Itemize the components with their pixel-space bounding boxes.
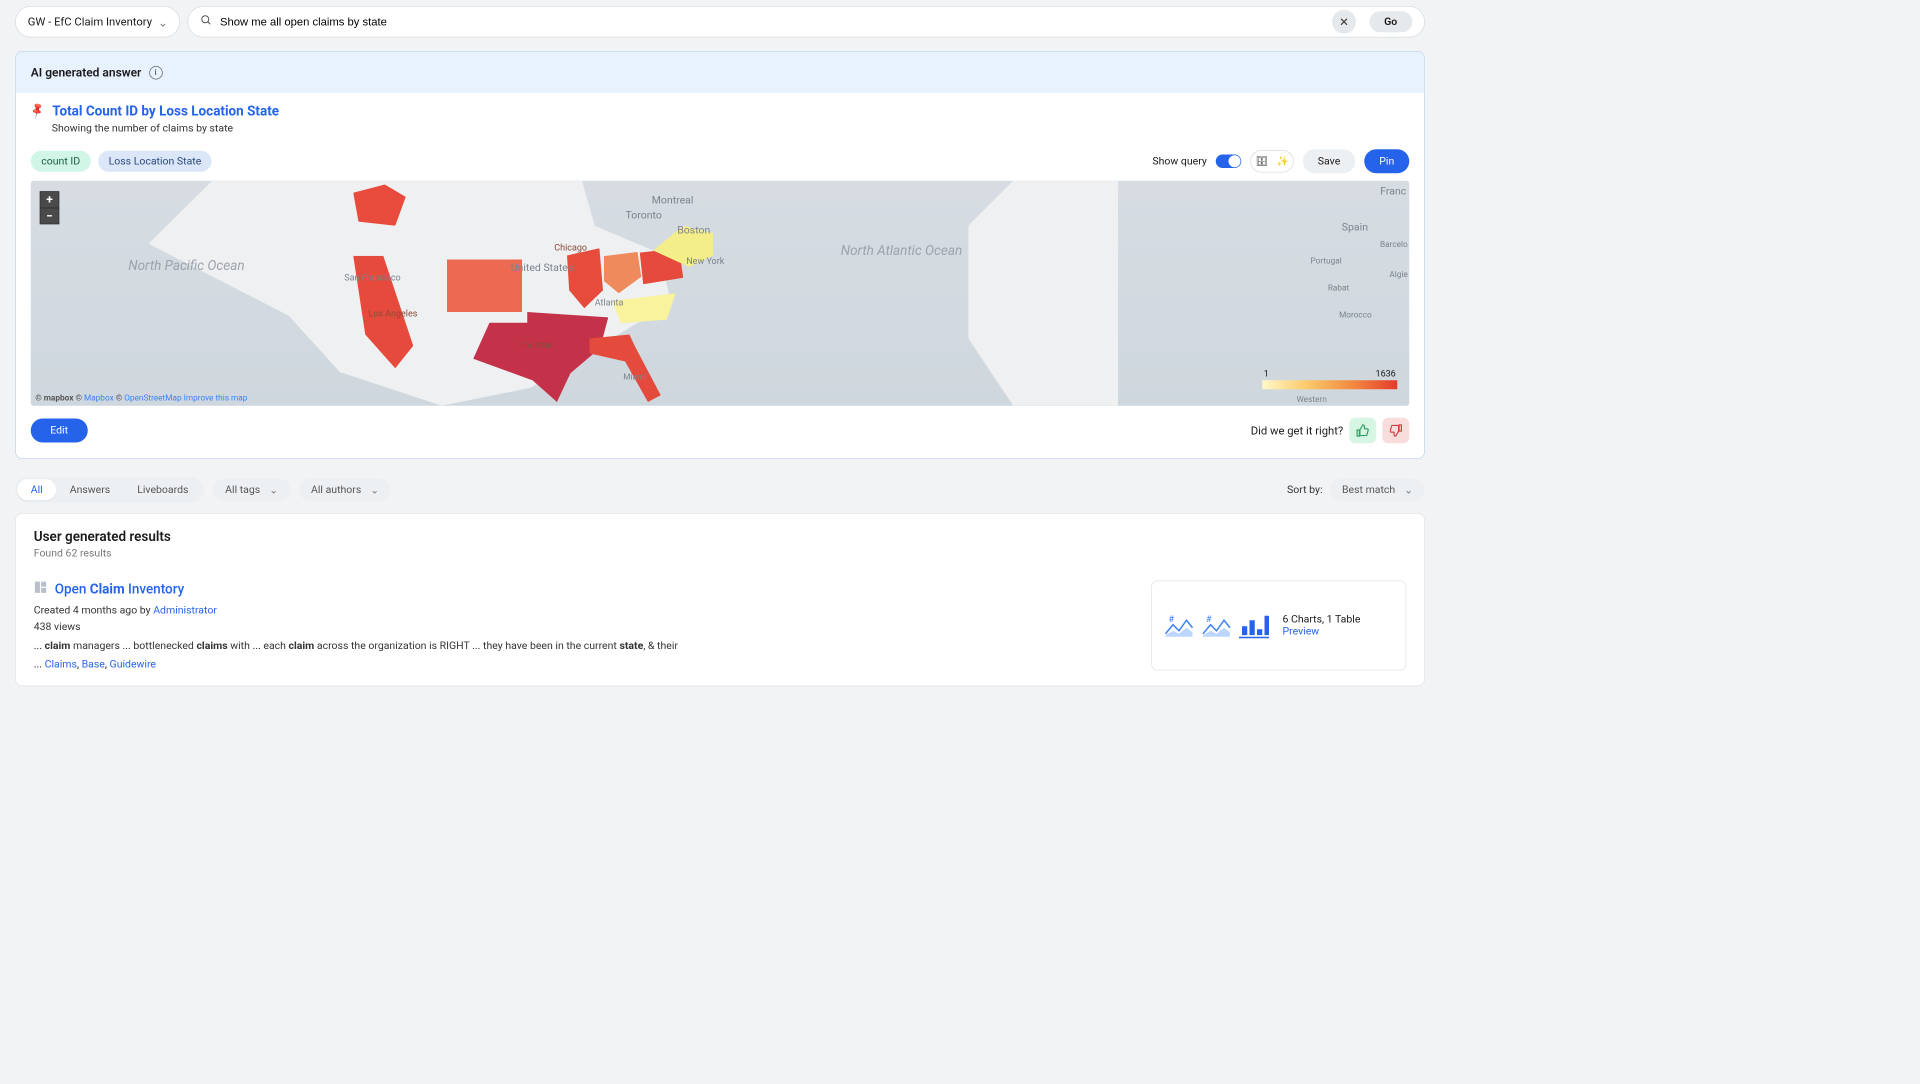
tab-answers[interactable]: Answers: [56, 479, 124, 500]
save-button[interactable]: Save: [1303, 149, 1355, 173]
user-results-card: User generated results Found 62 results …: [15, 513, 1425, 687]
clear-search-button[interactable]: [1332, 10, 1356, 34]
line-chart-icon: #: [1202, 613, 1232, 639]
line-chart-icon: #: [1164, 613, 1194, 639]
map-attribution: © mapbox © Mapbox © OpenStreetMap Improv…: [35, 393, 247, 403]
result-meta: Created 4 months ago by Administrator: [34, 605, 1129, 617]
legend-max: 1636: [1376, 368, 1396, 379]
answer-title-link[interactable]: Total Count ID by Loss Location State: [52, 104, 279, 120]
show-query-toggle[interactable]: [1216, 155, 1242, 169]
result-row: Open Claim Inventory Created 4 months ag…: [34, 581, 1407, 671]
tags-filter-label: All tags: [225, 484, 260, 496]
map-state-fl[interactable]: [590, 335, 661, 403]
thumbs-up-button[interactable]: [1349, 418, 1376, 444]
preview-summary: 6 Charts, 1 Table: [1283, 614, 1361, 626]
map-label: Chicago: [554, 242, 587, 253]
map-label: Portugal: [1311, 256, 1342, 266]
info-icon[interactable]: i: [149, 66, 163, 80]
ocean-label: North Atlantic Ocean: [841, 241, 962, 261]
go-button[interactable]: Go: [1369, 11, 1412, 32]
map-label: New York: [686, 256, 724, 267]
chevron-down-icon: ⌄: [158, 16, 167, 30]
show-query-label: Show query: [1152, 155, 1206, 167]
search-icon: [200, 14, 212, 29]
tag-link[interactable]: Base: [82, 659, 105, 671]
svg-text:#: #: [1206, 615, 1212, 625]
feedback-prompt: Did we get it right?: [1251, 424, 1343, 438]
map-label: Western: [1296, 395, 1326, 405]
data-source-picker[interactable]: GW - EfC Claim Inventory ⌄: [15, 6, 180, 38]
thumbs-down-button[interactable]: [1382, 418, 1409, 444]
zoom-out-button[interactable]: −: [40, 208, 60, 225]
view-mode-switch[interactable]: 🗄 ✨: [1250, 150, 1294, 173]
pin-button[interactable]: Pin: [1364, 149, 1409, 173]
answer-subtitle: Showing the number of claims by state: [52, 122, 1410, 134]
map-label: Miami: [623, 372, 646, 382]
map-label: Barcelo: [1380, 239, 1408, 249]
sort-dropdown[interactable]: Best match ⌄: [1330, 479, 1425, 502]
result-snippet: ... claim managers ... bottlenecked clai…: [34, 638, 1129, 655]
zoom-in-button[interactable]: +: [40, 191, 60, 208]
osm-link[interactable]: OpenStreetMap: [124, 393, 181, 403]
map-label: United States: [511, 262, 573, 274]
liveboard-icon: [34, 581, 48, 598]
result-preview-card: # # 6 Charts, 1 Table Preview: [1151, 581, 1406, 671]
map-label: Boston: [677, 224, 710, 236]
chevron-down-icon: ⌄: [1404, 485, 1413, 497]
map-label: Rabat: [1328, 283, 1349, 293]
attribute-chip[interactable]: Loss Location State: [98, 151, 212, 172]
measure-chip[interactable]: count ID: [31, 151, 91, 172]
improve-map-link[interactable]: Improve this map: [184, 393, 248, 403]
edit-button[interactable]: Edit: [31, 419, 88, 443]
result-title-link[interactable]: Open Claim Inventory: [55, 581, 184, 597]
tag-link[interactable]: Guidewire: [110, 659, 156, 671]
map-visualization[interactable]: North Pacific Ocean North Atlantic Ocean…: [31, 181, 1410, 406]
preview-link[interactable]: Preview: [1283, 626, 1320, 638]
authors-filter-label: All authors: [311, 484, 361, 496]
map-label: San Francisco: [344, 272, 400, 283]
mapbox-logo: © mapbox: [35, 393, 73, 403]
tab-liveboards[interactable]: Liveboards: [124, 479, 202, 500]
tag-link[interactable]: Claims: [45, 659, 77, 671]
ai-answer-header-label: AI generated answer: [31, 65, 142, 79]
results-section-title: User generated results: [34, 529, 1407, 545]
map-legend: 1 1636: [1262, 368, 1397, 389]
chevron-down-icon: ⌄: [269, 485, 278, 497]
legend-min: 1: [1264, 368, 1269, 379]
results-count: Found 62 results: [34, 548, 1407, 560]
legend-gradient-icon: [1262, 380, 1397, 389]
ai-answer-card: AI generated answer i 📌 Total Count ID b…: [15, 51, 1425, 459]
map-label: Houston: [518, 340, 552, 351]
author-link[interactable]: Administrator: [153, 605, 217, 617]
sql-view-icon[interactable]: 🗄: [1251, 151, 1272, 172]
map-label: Spain: [1342, 221, 1368, 233]
ai-view-icon[interactable]: ✨: [1272, 151, 1293, 172]
map-label: Montreal: [652, 194, 694, 206]
map-label: Toronto: [626, 209, 662, 221]
sort-value: Best match: [1342, 484, 1395, 496]
data-source-label: GW - EfC Claim Inventory: [28, 15, 152, 29]
map-label: Franc: [1380, 185, 1406, 197]
ocean-label: North Pacific Ocean: [128, 256, 244, 276]
map-label: Los Angeles: [368, 308, 417, 319]
ai-answer-header: AI generated answer i: [16, 52, 1425, 93]
map-label: Atlanta: [595, 297, 624, 308]
result-views: 438 views: [34, 621, 1129, 633]
bar-chart-icon: [1239, 613, 1269, 639]
chevron-down-icon: ⌄: [370, 485, 379, 497]
tags-filter[interactable]: All tags ⌄: [213, 479, 290, 502]
pin-icon: 📌: [28, 101, 49, 122]
tab-all[interactable]: All: [17, 479, 56, 500]
result-tags: ... Claims, Base, Guidewire: [34, 659, 1129, 671]
result-type-tabs: All Answers Liveboards: [15, 477, 204, 503]
search-input[interactable]: [220, 15, 1324, 28]
authors-filter[interactable]: All authors ⌄: [299, 479, 391, 502]
sort-label: Sort by:: [1287, 484, 1322, 496]
mapbox-link[interactable]: Mapbox: [84, 393, 114, 403]
map-label: Morocco: [1339, 310, 1372, 320]
search-bar[interactable]: Go: [188, 6, 1425, 38]
map-label: Algie: [1389, 269, 1407, 279]
svg-text:#: #: [1169, 615, 1175, 625]
